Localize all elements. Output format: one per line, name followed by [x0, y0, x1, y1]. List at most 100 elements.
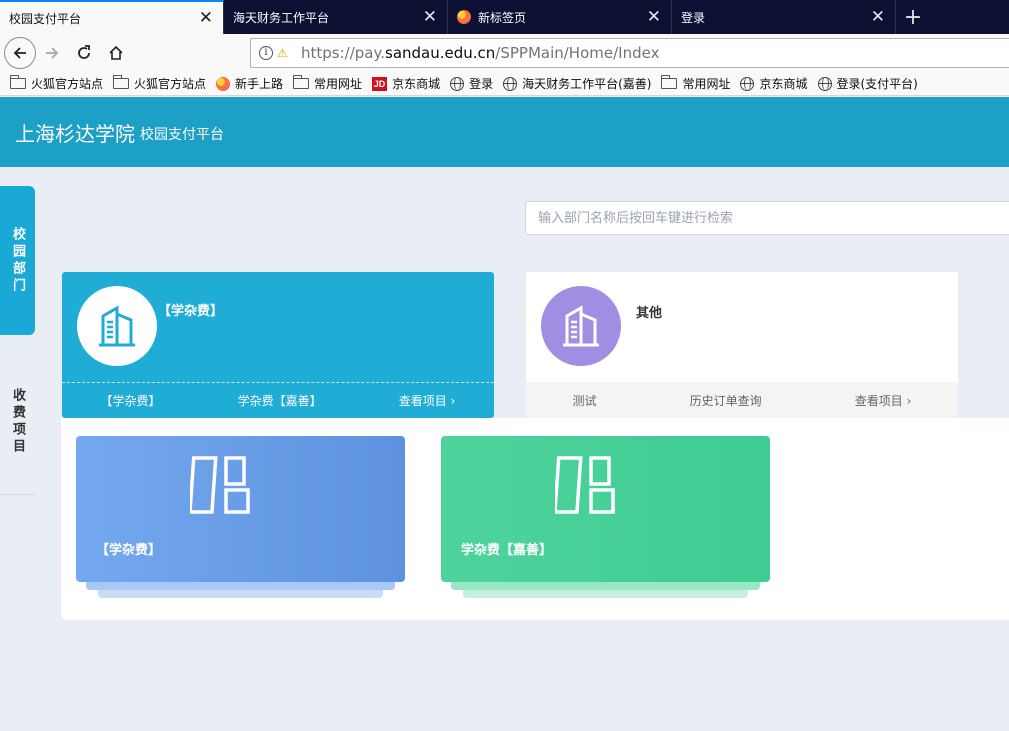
bookmark-item[interactable]: JD 京东商城	[372, 75, 440, 92]
building-icon-circle	[77, 286, 157, 366]
bookmark-item[interactable]: 登录(支付平台)	[817, 75, 918, 92]
bookmark-item[interactable]: 登录	[450, 75, 493, 92]
browser-tab-haitian[interactable]: 海天财务工作平台 ✕	[224, 0, 448, 34]
url-prefix: https://pay.	[301, 44, 385, 62]
building-icon	[99, 305, 135, 347]
layout-panels-icon	[555, 456, 615, 514]
bookmark-label: 常用网址	[314, 77, 363, 91]
info-icon[interactable]: i	[259, 46, 273, 60]
bookmarks-toolbar: 火狐官方站点 火狐官方站点 新手上路 常用网址 JD 京东商城 登录 海天财务工作…	[0, 72, 1009, 96]
fee-item-title: 学杂费【嘉善】	[461, 543, 553, 558]
browser-nav-bar: i ⚠ https://pay. sandau.edu.cn/SPPMain/Ho…	[0, 34, 1009, 72]
globe-icon	[450, 76, 465, 91]
back-button[interactable]	[4, 37, 36, 69]
reload-icon	[78, 45, 90, 59]
folder-icon	[113, 75, 130, 89]
fee-item-card[interactable]: 【学杂费】	[76, 436, 405, 598]
department-link[interactable]: 【学杂费】	[101, 392, 161, 409]
bookmark-label: 海天财务工作平台(嘉善)	[522, 77, 652, 91]
arrow-left-icon	[13, 47, 26, 59]
firefox-icon	[457, 10, 471, 24]
view-items-link[interactable]: 查看项目 ›	[399, 392, 456, 409]
department-search-input[interactable]	[525, 201, 1009, 235]
bookmark-item[interactable]: 海天财务工作平台(嘉善)	[503, 75, 651, 92]
department-link[interactable]: 测试	[573, 392, 597, 409]
bookmark-label: 登录	[469, 77, 494, 91]
url-host: sandau.edu.cn	[385, 44, 496, 62]
forward-button[interactable]	[36, 37, 68, 69]
tab-label: 校园部门	[10, 226, 25, 295]
close-tab-icon[interactable]: ✕	[199, 9, 213, 27]
department-name: 其他	[636, 306, 663, 321]
card-stack-shadow	[98, 590, 383, 598]
view-items-link[interactable]: 查看项目 ›	[855, 392, 912, 409]
building-icon-circle	[541, 286, 621, 366]
folder-icon	[293, 75, 310, 89]
fee-items-panel: 【学杂费】 学杂费【嘉善】	[61, 418, 1009, 620]
chevron-right-icon: ›	[450, 394, 456, 408]
bookmark-item[interactable]: 火狐官方站点	[10, 75, 103, 92]
view-items-label: 查看项目	[398, 394, 447, 408]
chevron-right-icon: ›	[906, 393, 912, 408]
department-link[interactable]: 学杂费【嘉善】	[238, 392, 322, 409]
globe-icon	[817, 76, 832, 91]
bookmark-item[interactable]: 常用网址	[661, 75, 730, 92]
bookmark-label: 火狐官方站点	[31, 77, 104, 91]
building-icon	[563, 305, 599, 347]
tab-title: 登录	[681, 10, 706, 25]
department-link[interactable]: 历史订单查询	[690, 392, 762, 409]
tab-fee-items[interactable]: 收费项目	[0, 350, 35, 495]
bookmark-item[interactable]: 火狐官方站点	[113, 75, 206, 92]
card-stack-shadow	[451, 582, 760, 590]
arrow-right-icon	[46, 47, 59, 59]
department-card-fees[interactable]: 【学杂费】 【学杂费】 学杂费【嘉善】 查看项目 ›	[62, 272, 494, 418]
bookmark-label: 新手上路	[235, 77, 284, 91]
close-tab-icon[interactable]: ✕	[647, 8, 661, 26]
globe-icon	[503, 76, 518, 91]
app-header: 上海杉达学院 校园支付平台	[0, 97, 1009, 167]
tab-campus-departments[interactable]: 校园部门	[0, 186, 35, 335]
department-links: 【学杂费】 学杂费【嘉善】 查看项目 ›	[62, 382, 494, 418]
close-tab-icon[interactable]: ✕	[871, 8, 885, 26]
bookmark-item[interactable]: 常用网址	[293, 75, 362, 92]
jd-icon: JD	[372, 76, 388, 91]
browser-tab-pay-platform[interactable]: 校园支付平台 ✕	[0, 0, 224, 34]
bookmark-item[interactable]: 新手上路	[216, 75, 283, 92]
tab-title: 新标签页	[478, 10, 527, 25]
warning-lock-icon[interactable]: ⚠	[277, 46, 291, 60]
home-icon	[109, 45, 123, 60]
card-stack-shadow	[463, 590, 748, 598]
bookmark-label: 京东商城	[759, 77, 808, 91]
tab-title: 校园支付平台	[9, 11, 82, 26]
url-path: /SPPMain/Home/Index	[495, 44, 660, 62]
new-tab-button[interactable]: +	[896, 0, 930, 34]
tab-title: 海天财务工作平台	[233, 10, 330, 25]
card-stack-shadow	[86, 582, 395, 590]
bookmark-label: 常用网址	[682, 77, 731, 91]
school-name: 上海杉达学院	[15, 121, 135, 146]
globe-icon	[740, 76, 755, 91]
url-bar[interactable]: i ⚠ https://pay. sandau.edu.cn/SPPMain/Ho…	[250, 38, 1009, 68]
department-card-other[interactable]: 其他 测试 历史订单查询 查看项目 ›	[526, 272, 958, 418]
view-items-label: 查看项目	[854, 393, 903, 408]
home-button[interactable]	[100, 37, 132, 69]
firefox-icon	[216, 76, 231, 91]
fee-item-title: 【学杂费】	[96, 543, 162, 558]
bookmark-label: 火狐官方站点	[134, 77, 207, 91]
department-links: 测试 历史订单查询 查看项目 ›	[526, 382, 958, 418]
bookmark-label: 登录(支付平台)	[836, 77, 918, 91]
reload-button[interactable]	[68, 37, 100, 69]
bookmark-item[interactable]: 京东商城	[740, 75, 808, 92]
layout-panels-icon	[190, 456, 250, 514]
tab-label: 收费项目	[10, 388, 25, 456]
folder-icon	[661, 75, 678, 89]
platform-name: 校园支付平台	[140, 127, 224, 143]
close-tab-icon[interactable]: ✕	[423, 8, 437, 26]
department-name: 【学杂费】	[158, 304, 224, 319]
browser-tab-new[interactable]: 新标签页 ✕	[448, 0, 672, 34]
fee-item-card[interactable]: 学杂费【嘉善】	[441, 436, 770, 598]
folder-icon	[10, 75, 26, 89]
browser-tab-login[interactable]: 登录 ✕	[672, 0, 896, 34]
bookmark-label: 京东商城	[392, 77, 441, 91]
browser-tab-bar: 校园支付平台 ✕ 海天财务工作平台 ✕ 新标签页 ✕ 登录 ✕ +	[0, 0, 1009, 34]
